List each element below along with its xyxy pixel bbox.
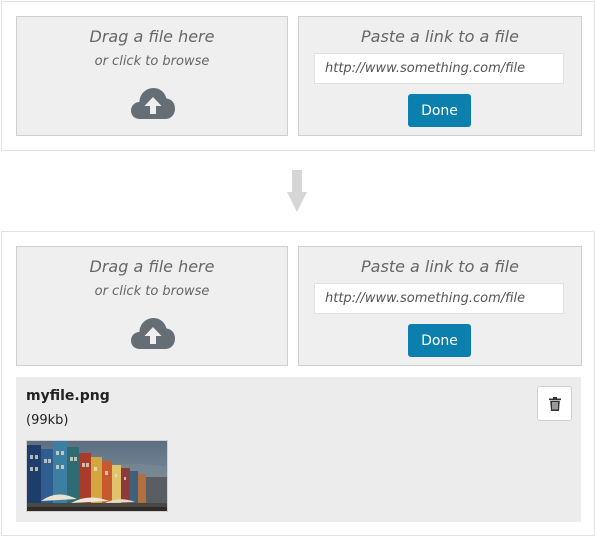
upload-panel-empty: Drag a file here or click to browse Past… bbox=[1, 1, 595, 151]
uploaded-file-item: myfile.png (99kb) bbox=[16, 377, 581, 522]
trash-icon bbox=[548, 396, 561, 411]
file-size: (99kb) bbox=[26, 413, 69, 428]
drop-zone-title: Drag a file here bbox=[89, 27, 215, 46]
file-name: myfile.png bbox=[26, 388, 110, 404]
arrow-down-icon bbox=[287, 170, 307, 212]
link-zone-title: Paste a link to a file bbox=[361, 257, 519, 276]
url-input[interactable] bbox=[314, 53, 564, 84]
harbor-photo-image bbox=[27, 441, 167, 511]
upload-panel-with-file: Drag a file here or click to browse Past… bbox=[1, 231, 595, 536]
delete-file-button[interactable] bbox=[537, 386, 572, 421]
link-zone-title: Paste a link to a file bbox=[361, 27, 519, 46]
url-input[interactable] bbox=[314, 283, 564, 314]
drop-zone[interactable]: Drag a file here or click to browse bbox=[16, 246, 288, 366]
drop-zone-subtitle: or click to browse bbox=[94, 284, 210, 299]
file-thumbnail bbox=[26, 440, 168, 512]
link-zone: Paste a link to a file Done bbox=[298, 16, 582, 136]
done-button[interactable]: Done bbox=[408, 94, 471, 127]
drop-zone[interactable]: Drag a file here or click to browse bbox=[16, 16, 288, 136]
drop-zone-subtitle: or click to browse bbox=[94, 54, 210, 69]
link-zone: Paste a link to a file Done bbox=[298, 246, 582, 366]
done-button[interactable]: Done bbox=[408, 324, 471, 357]
cloud-upload-icon bbox=[131, 88, 175, 119]
drop-zone-title: Drag a file here bbox=[89, 257, 215, 276]
cloud-upload-icon bbox=[131, 318, 175, 349]
